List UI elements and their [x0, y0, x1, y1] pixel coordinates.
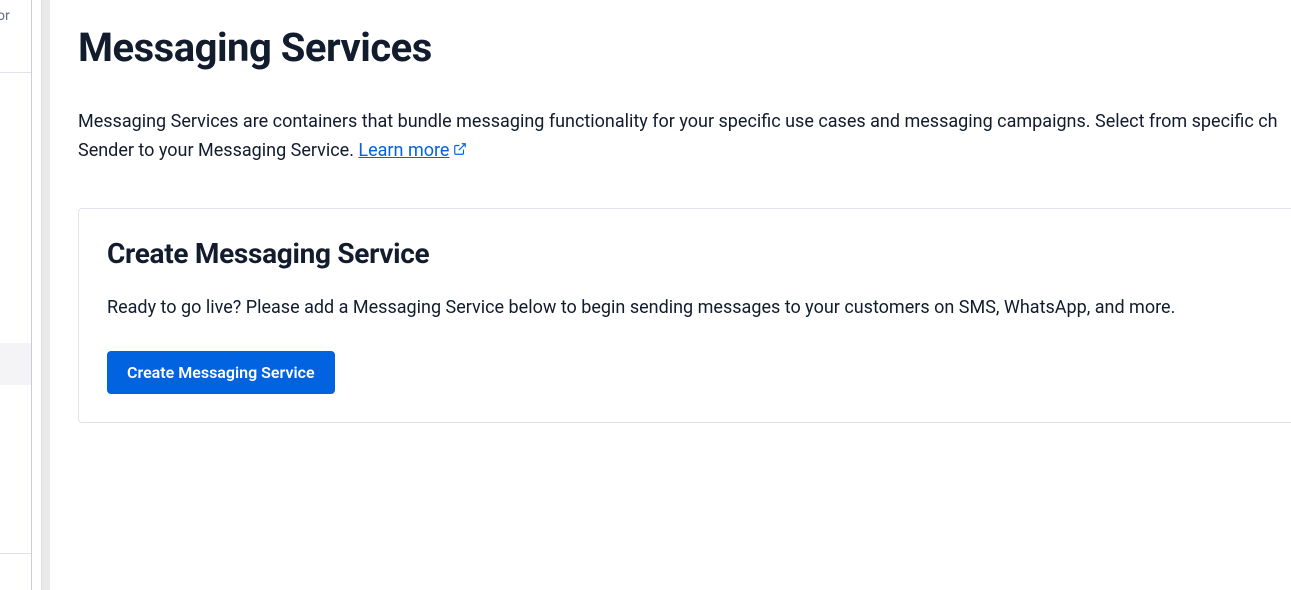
sidebar-sliver: or: [0, 0, 50, 590]
page-title: Messaging Services: [78, 24, 1291, 72]
learn-more-label: Learn more: [358, 140, 449, 161]
scroll-track[interactable]: [41, 0, 50, 590]
sidebar-divider: [0, 72, 31, 73]
sidebar-divider: [0, 553, 31, 554]
description-text-1: Messaging Services are containers that b…: [78, 111, 1278, 132]
learn-more-link[interactable]: Learn more: [358, 140, 467, 161]
main-content: Messaging Services Messaging Services ar…: [78, 24, 1291, 423]
card-description: Ready to go live? Please add a Messaging…: [107, 294, 1263, 321]
sidebar-active-item[interactable]: [0, 343, 31, 385]
description-text-2: Sender to your Messaging Service.: [78, 140, 358, 161]
page-description: Messaging Services are containers that b…: [78, 108, 1291, 166]
create-messaging-service-button[interactable]: Create Messaging Service: [107, 351, 335, 394]
create-service-card: Create Messaging Service Ready to go liv…: [78, 208, 1291, 423]
external-link-icon: [453, 137, 467, 166]
card-title: Create Messaging Service: [107, 237, 1263, 270]
sidebar-border: [31, 0, 32, 590]
sidebar-text-fragment: or: [0, 8, 10, 24]
